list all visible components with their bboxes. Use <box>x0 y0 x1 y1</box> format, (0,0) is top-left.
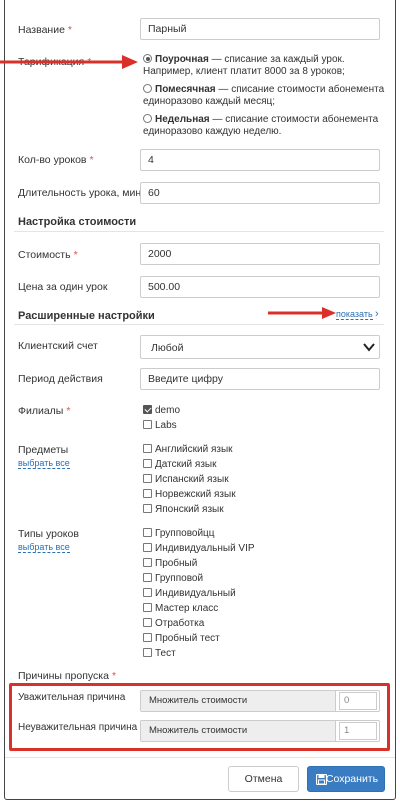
multiplier-label: Множитель стоимости <box>141 721 336 741</box>
checkbox-icon[interactable] <box>143 648 152 657</box>
per-lesson-input[interactable]: 500.00 <box>140 276 380 298</box>
checkbox-icon[interactable] <box>143 633 152 642</box>
checkbox-icon[interactable] <box>143 573 152 582</box>
cost-input[interactable]: 2000 <box>140 243 380 265</box>
save-button[interactable]: Сохранить <box>307 766 385 792</box>
valid-reason-multiplier-input[interactable]: 0 <box>339 692 377 710</box>
per-lesson-label: Цена за один урок <box>18 281 108 293</box>
checkbox-icon[interactable] <box>143 474 152 483</box>
lesson-type-checkbox[interactable]: Индивидуальный VIP <box>143 543 255 557</box>
valid-reason-multiplier: Множитель стоимости 0 <box>140 690 380 712</box>
period-label: Период действия <box>18 373 103 385</box>
checkbox-icon[interactable] <box>143 558 152 567</box>
checkbox-icon[interactable] <box>143 603 152 612</box>
invalid-reason-multiplier: Множитель стоимости 1 <box>140 720 380 742</box>
divider <box>14 231 384 232</box>
duration-input[interactable]: 60 <box>140 182 380 204</box>
cancel-button[interactable]: Отмена <box>228 766 299 792</box>
divider <box>14 324 384 325</box>
tariff-option-weekly[interactable]: Недельная — списание стоимости абонемент… <box>143 114 388 138</box>
lesson-type-checkbox[interactable]: Пробный тест <box>143 633 220 647</box>
name-label: Название * <box>18 24 73 36</box>
radio-icon[interactable] <box>143 114 152 123</box>
checkbox-icon[interactable] <box>143 420 152 429</box>
branch-checkbox-demo[interactable]: demo <box>143 405 180 419</box>
checkbox-icon[interactable] <box>143 543 152 552</box>
lesson-type-checkbox[interactable]: Групповой <box>143 573 203 587</box>
radio-icon[interactable] <box>143 54 152 63</box>
checkbox-icon[interactable] <box>143 459 152 468</box>
lesson-type-checkbox[interactable]: Пробный <box>143 558 197 572</box>
lessons-count-input[interactable]: 4 <box>140 149 380 171</box>
name-input[interactable]: Парный <box>140 18 380 40</box>
chevron-down-icon[interactable] <box>363 343 375 352</box>
subject-checkbox[interactable]: Норвежский язык <box>143 489 236 503</box>
checkbox-checked-icon[interactable] <box>143 405 152 414</box>
save-button-label: Сохранить <box>325 773 379 785</box>
save-icon <box>316 774 327 785</box>
chevron-right-icon[interactable]: › <box>375 308 379 320</box>
advanced-section-title: Расширенные настройки <box>18 310 155 322</box>
annotation-arrow-show <box>268 307 336 319</box>
checkbox-icon[interactable] <box>143 618 152 627</box>
tariff-option-monthly[interactable]: Помесячная — списание стоимости абонемен… <box>143 84 388 108</box>
lesson-types-select-all-link[interactable]: выбрать все <box>18 542 70 553</box>
absence-reasons-label: Причины пропуска * <box>18 670 117 682</box>
lesson-type-checkbox[interactable]: Мастер класс <box>143 603 218 617</box>
cost-label: Стоимость * <box>18 249 78 261</box>
client-account-label: Клиентский счет <box>18 340 98 352</box>
checkbox-icon[interactable] <box>143 528 152 537</box>
subject-checkbox[interactable]: Английский язык <box>143 444 233 458</box>
radio-icon[interactable] <box>143 84 152 93</box>
subject-checkbox[interactable]: Испанский язык <box>143 474 229 488</box>
invalid-reason-multiplier-input[interactable]: 1 <box>339 722 377 740</box>
subjects-label: Предметы <box>18 444 69 456</box>
period-input[interactable]: Введите цифру <box>140 368 380 390</box>
subject-checkbox[interactable]: Датский язык <box>143 459 216 473</box>
invalid-reason-label: Неуважительная причина <box>18 722 138 733</box>
lesson-type-checkbox[interactable]: Отработка <box>143 618 204 632</box>
lessons-count-label: Кол-во уроков * <box>18 154 94 166</box>
pricing-section-title: Настройка стоимости <box>18 216 137 228</box>
subjects-select-all-link[interactable]: выбрать все <box>18 458 70 469</box>
checkbox-icon[interactable] <box>143 444 152 453</box>
valid-reason-label: Уважительная причина <box>18 692 126 703</box>
client-account-select[interactable]: Любой <box>140 335 380 359</box>
multiplier-label: Множитель стоимости <box>141 691 336 711</box>
duration-label: Длительность урока, мин. <box>18 187 145 199</box>
lesson-type-checkbox[interactable]: Индивидуальный <box>143 588 236 602</box>
checkbox-icon[interactable] <box>143 489 152 498</box>
annotation-arrow-tariff <box>0 55 138 69</box>
subject-checkbox[interactable]: Японский язык <box>143 504 224 518</box>
branch-checkbox-labs[interactable]: Labs <box>143 420 177 434</box>
lesson-types-label: Типы уроков <box>18 528 79 540</box>
show-advanced-link[interactable]: показать <box>336 309 373 320</box>
tariff-option-hourly[interactable]: Поурочная — списание за каждый урок. Нап… <box>143 54 388 78</box>
lesson-type-checkbox[interactable]: Тест <box>143 648 176 662</box>
checkbox-icon[interactable] <box>143 504 152 513</box>
footer-divider <box>5 757 395 758</box>
checkbox-icon[interactable] <box>143 588 152 597</box>
lesson-type-checkbox[interactable]: Групповойцц <box>143 528 215 542</box>
client-account-value: Любой <box>151 342 184 354</box>
branches-label: Филиалы * <box>18 405 71 417</box>
